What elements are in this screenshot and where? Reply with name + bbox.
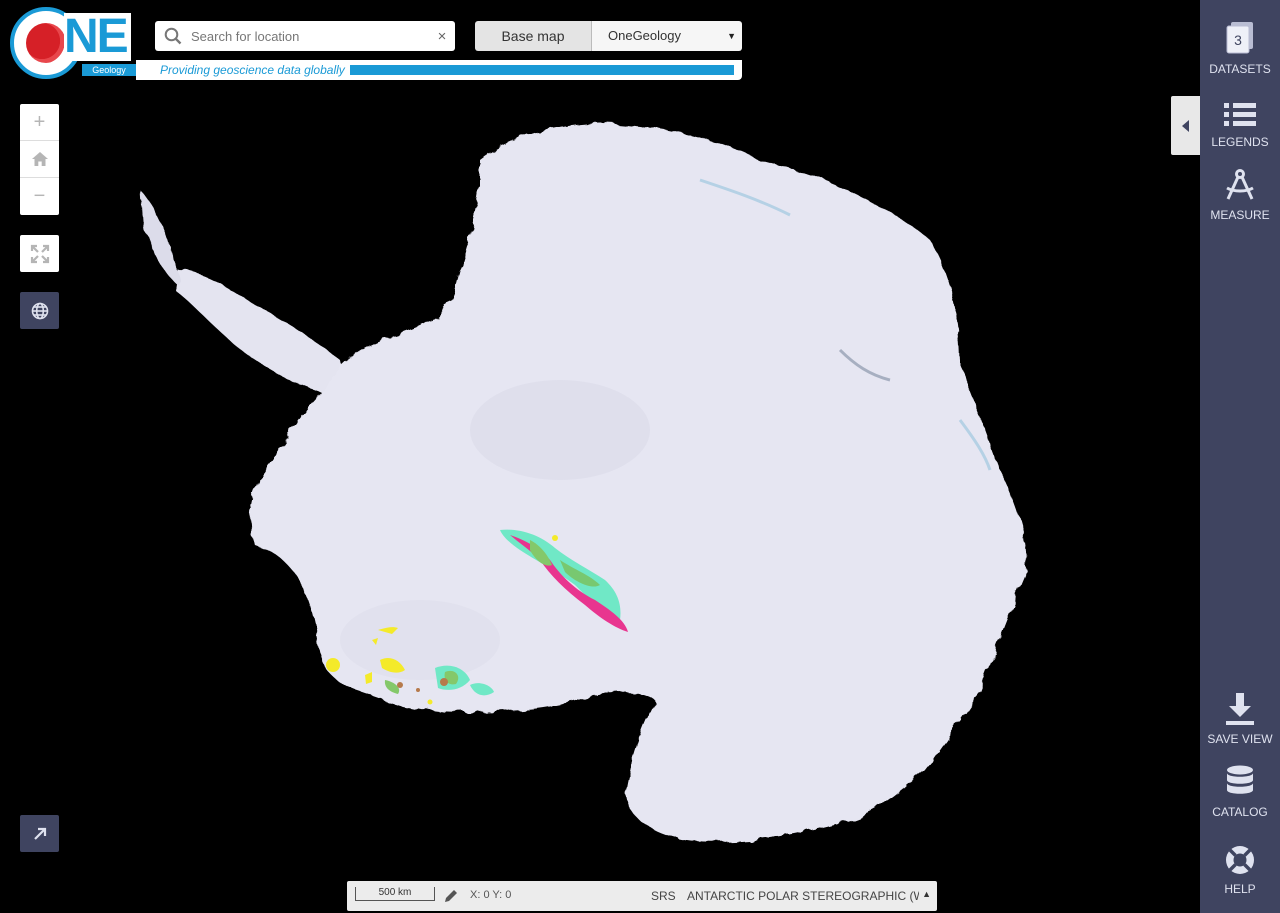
bottom-status-bar: 500 km X: 0 Y: 0 SRS ANTARCTIC POLAR STE… [347,881,937,911]
sidebar-item-help[interactable]: HELP [1200,834,1280,896]
compass-icon [1200,160,1280,202]
basemap-selector: Base map OneGeology ▼ [475,21,742,51]
basemap-dropdown[interactable]: OneGeology ▼ [592,21,742,51]
tagline-banner: Providing geoscience data globally [136,60,742,80]
list-icon [1200,87,1280,129]
basemap-selected-value: OneGeology [608,28,681,43]
sidebar-item-catalog[interactable]: CATALOG [1200,757,1280,819]
sidebar-item-save-view[interactable]: SAVE VIEW [1200,684,1280,746]
external-link-button[interactable] [20,815,59,852]
sidebar-item-label: MEASURE [1210,208,1270,222]
globe-button[interactable] [20,292,59,329]
right-sidebar: 3 DATASETS LEGENDS MEASURE SAVE VIEW CAT… [1200,0,1280,913]
caret-left-icon [1181,119,1189,132]
download-icon [1200,684,1280,726]
coordinates-readout: X: 0 Y: 0 [470,889,512,901]
caret-up-icon[interactable]: ▲ [922,889,931,899]
zoom-in-button[interactable]: + [20,104,59,141]
onegeology-logo[interactable]: NE Geology [10,7,136,79]
globe-icon [31,302,48,319]
tagline-text: Providing geoscience data globally [155,63,350,77]
srs-selector[interactable]: ANTARCTIC POLAR STEREOGRAPHIC (W... [687,889,919,903]
sidebar-item-label: SAVE VIEW [1207,732,1273,746]
peninsula-tip [140,190,181,285]
sidebar-item-legends[interactable]: LEGENDS [1200,87,1280,149]
home-button[interactable] [20,141,59,178]
antarctic-peninsula [175,270,355,400]
antarctica-basemap [140,123,1027,842]
sidebar-item-label: CATALOG [1212,805,1268,819]
antarctica-landmass [249,123,1027,842]
dropdown-arrow-icon: ▼ [727,31,736,41]
database-icon [1200,757,1280,799]
arrow-up-right-icon [33,827,46,840]
ice-shelf-shading [470,380,650,480]
logo-text: NE [64,13,131,61]
search-box: × [155,21,455,51]
scale-bar: 500 km [355,887,435,901]
datasets-icon: 3 [1200,14,1280,56]
sidebar-item-datasets[interactable]: 3 DATASETS [1200,14,1280,76]
sidebar-item-measure[interactable]: MEASURE [1200,160,1280,222]
zoom-out-button[interactable]: − [20,178,59,215]
search-icon[interactable] [155,21,191,51]
fullscreen-button[interactable] [20,235,59,272]
sidebar-item-label: HELP [1224,882,1256,896]
srs-label: SRS [651,889,676,903]
sidebar-toggle-button[interactable] [1171,96,1200,155]
home-icon [31,152,48,166]
logo-subtext: Geology [82,64,136,76]
datasets-count: 3 [1234,32,1242,48]
clear-search-icon[interactable]: × [429,28,455,45]
expand-icon [30,244,49,263]
map-canvas[interactable] [0,0,1200,913]
sidebar-item-label: DATASETS [1209,62,1271,76]
ice-shelf-shading [340,600,500,680]
lifebuoy-icon [1200,834,1280,876]
basemap-label[interactable]: Base map [475,21,592,51]
search-input[interactable] [191,28,429,44]
pencil-icon[interactable] [443,888,459,907]
zoom-controls: + − [20,104,59,215]
sidebar-item-label: LEGENDS [1211,135,1269,149]
